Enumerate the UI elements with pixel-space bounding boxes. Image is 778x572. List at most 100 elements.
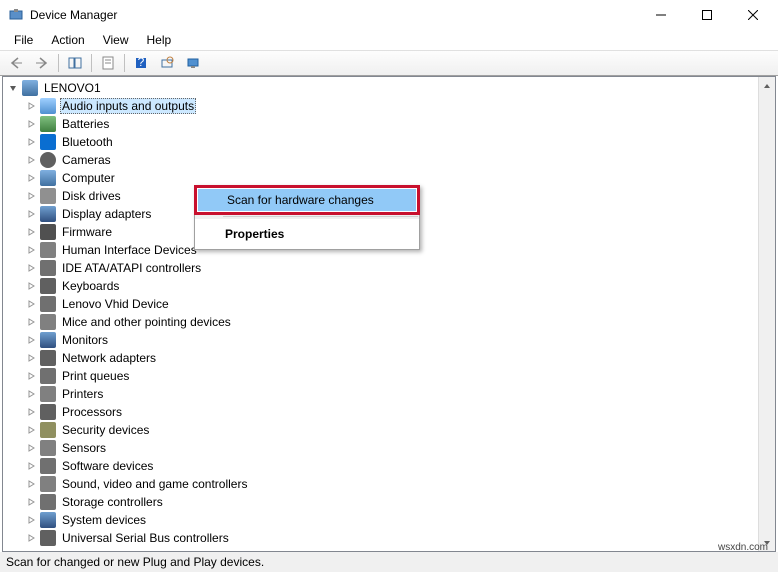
- expand-icon[interactable]: [25, 280, 37, 292]
- expand-icon[interactable]: [25, 370, 37, 382]
- expand-icon[interactable]: [25, 514, 37, 526]
- statusbar-text: Scan for changed or new Plug and Play de…: [6, 555, 264, 569]
- expand-icon[interactable]: [25, 460, 37, 472]
- ctx-scan-hardware[interactable]: Scan for hardware changes: [194, 185, 420, 215]
- tree-category-label: Batteries: [60, 117, 111, 131]
- mouse-icon: [40, 314, 56, 330]
- expand-icon[interactable]: [25, 424, 37, 436]
- content-area: LENOVO1 Audio inputs and outputs Batterie…: [2, 76, 776, 552]
- camera-icon: [40, 152, 56, 168]
- tree-category[interactable]: Software devices: [3, 457, 775, 475]
- watermark: wsxdn.com: [718, 542, 768, 553]
- menu-file[interactable]: File: [6, 31, 41, 49]
- toolbar-separator: [91, 54, 92, 72]
- tree-category[interactable]: Batteries: [3, 115, 775, 133]
- svg-text:?: ?: [138, 56, 145, 69]
- computer-icon: [22, 80, 38, 96]
- expand-icon[interactable]: [25, 226, 37, 238]
- expand-icon[interactable]: [25, 388, 37, 400]
- tree-category[interactable]: Monitors: [3, 331, 775, 349]
- properties-button[interactable]: [96, 52, 120, 74]
- device-tree[interactable]: LENOVO1 Audio inputs and outputs Batterie…: [3, 77, 775, 551]
- tree-category-label: Security devices: [60, 423, 151, 437]
- maximize-button[interactable]: [684, 0, 730, 30]
- tree-category[interactable]: Mice and other pointing devices: [3, 313, 775, 331]
- tree-root-label: LENOVO1: [42, 81, 103, 95]
- ctx-properties[interactable]: Properties: [195, 219, 419, 249]
- expand-icon[interactable]: [25, 190, 37, 202]
- battery-icon: [40, 116, 56, 132]
- forward-button[interactable]: [30, 52, 54, 74]
- expand-icon[interactable]: [25, 262, 37, 274]
- tree-category-label: Cameras: [60, 153, 113, 167]
- expand-icon[interactable]: [25, 244, 37, 256]
- expand-icon[interactable]: [25, 208, 37, 220]
- tree-category[interactable]: Print queues: [3, 367, 775, 385]
- expand-icon[interactable]: [25, 316, 37, 328]
- expand-icon[interactable]: [25, 136, 37, 148]
- vertical-scrollbar[interactable]: [758, 77, 775, 551]
- tree-category[interactable]: Cameras: [3, 151, 775, 169]
- expand-icon[interactable]: [25, 298, 37, 310]
- expand-icon[interactable]: [25, 154, 37, 166]
- tree-category-label: Processors: [60, 405, 124, 419]
- tree-category[interactable]: Sensors: [3, 439, 775, 457]
- tree-category-label: Universal Serial Bus controllers: [60, 531, 231, 545]
- keyboard-icon: [40, 278, 56, 294]
- menu-help[interactable]: Help: [139, 31, 180, 49]
- system-icon: [40, 512, 56, 528]
- toolbar-separator: [58, 54, 59, 72]
- tree-category[interactable]: System devices: [3, 511, 775, 529]
- close-button[interactable]: [730, 0, 776, 30]
- tree-category-label: Lenovo Vhid Device: [60, 297, 171, 311]
- expand-icon[interactable]: [25, 100, 37, 112]
- expand-icon[interactable]: [25, 532, 37, 544]
- tree-category-label: Mice and other pointing devices: [60, 315, 233, 329]
- tree-category[interactable]: Processors: [3, 403, 775, 421]
- tree-category-label: Printers: [60, 387, 105, 401]
- expand-icon[interactable]: [25, 478, 37, 490]
- tree-category[interactable]: Printers: [3, 385, 775, 403]
- menubar: File Action View Help: [0, 30, 778, 50]
- tree-category[interactable]: Lenovo Vhid Device: [3, 295, 775, 313]
- expand-icon[interactable]: [25, 118, 37, 130]
- tree-category[interactable]: Audio inputs and outputs: [3, 97, 775, 115]
- expand-icon[interactable]: [25, 334, 37, 346]
- bluetooth-icon: [40, 134, 56, 150]
- tree-category-label: Print queues: [60, 369, 131, 383]
- tree-category[interactable]: Security devices: [3, 421, 775, 439]
- window-title: Device Manager: [30, 8, 638, 22]
- tree-category[interactable]: IDE ATA/ATAPI controllers: [3, 259, 775, 277]
- minimize-button[interactable]: [638, 0, 684, 30]
- monitor-button[interactable]: [181, 52, 205, 74]
- back-button[interactable]: [4, 52, 28, 74]
- menu-action[interactable]: Action: [43, 31, 92, 49]
- tree-category-label: Computer: [60, 171, 117, 185]
- collapse-icon[interactable]: [7, 82, 19, 94]
- scan-hardware-button[interactable]: [155, 52, 179, 74]
- expand-icon[interactable]: [25, 496, 37, 508]
- expand-icon[interactable]: [25, 442, 37, 454]
- help-button[interactable]: ?: [129, 52, 153, 74]
- menu-view[interactable]: View: [95, 31, 137, 49]
- processor-icon: [40, 404, 56, 420]
- tree-category[interactable]: Storage controllers: [3, 493, 775, 511]
- network-icon: [40, 350, 56, 366]
- printq-icon: [40, 368, 56, 384]
- tree-category[interactable]: Universal Serial Bus controllers: [3, 529, 775, 547]
- tree-category[interactable]: Keyboards: [3, 277, 775, 295]
- tree-category[interactable]: Bluetooth: [3, 133, 775, 151]
- show-hide-tree-button[interactable]: [63, 52, 87, 74]
- ctx-separator: [223, 216, 418, 217]
- expand-icon[interactable]: [25, 406, 37, 418]
- sensor-icon: [40, 440, 56, 456]
- expand-icon[interactable]: [25, 352, 37, 364]
- scroll-up-arrow[interactable]: [759, 77, 775, 94]
- tree-category[interactable]: Network adapters: [3, 349, 775, 367]
- computer-icon: [40, 170, 56, 186]
- hid-icon: [40, 242, 56, 258]
- tree-root[interactable]: LENOVO1: [3, 79, 775, 97]
- tree-category[interactable]: Sound, video and game controllers: [3, 475, 775, 493]
- expand-icon[interactable]: [25, 172, 37, 184]
- audio-icon: [40, 98, 56, 114]
